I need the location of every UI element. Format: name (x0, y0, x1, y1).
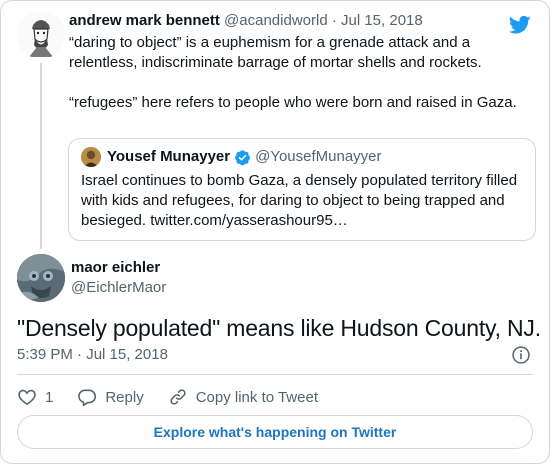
reply-label: Reply (105, 388, 144, 406)
parent-tweet-text: “daring to object” is a euphemism for a … (69, 33, 537, 113)
thread-connector-line (40, 63, 42, 249)
main-author-avatar[interactable] (17, 254, 65, 302)
tweet-timestamp[interactable]: 5:39 PM · Jul 15, 2018 (17, 345, 168, 365)
parent-author-avatar[interactable] (17, 11, 65, 59)
embedded-tweet-card: andrew mark bennett @acandidworld · Jul … (0, 0, 550, 464)
reply-icon (78, 389, 97, 407)
like-button[interactable]: 1 (17, 387, 53, 407)
tweet-actions: 1 Reply Copy link to Tweet (17, 384, 342, 410)
copy-link-button[interactable]: Copy link to Tweet (168, 387, 318, 407)
quoted-tweet-text: Israel continues to bomb Gaza, a densely… (81, 172, 518, 229)
main-tweet-text: "Densely populated" means like Hudson Co… (17, 315, 541, 341)
main-author-name[interactable]: maor eichler (71, 258, 166, 278)
parent-paragraph: “refugees” here refers to people who wer… (69, 94, 517, 111)
heart-icon (18, 389, 36, 406)
explore-twitter-button[interactable]: Explore what's happening on Twitter (17, 415, 533, 449)
main-author[interactable]: maor eichler @EichlerMaor (17, 254, 166, 302)
copy-link-label: Copy link to Tweet (195, 388, 318, 406)
twitter-bird-icon[interactable] (509, 15, 531, 35)
parent-author-meta[interactable]: @acandidworld · Jul 15, 2018 (224, 12, 423, 29)
main-author-handle[interactable]: @EichlerMaor (71, 278, 166, 298)
info-icon[interactable] (511, 345, 531, 365)
quoted-tweet[interactable]: Yousef Munayyer @YousefMunayyer Israel c… (68, 138, 536, 241)
verified-badge-icon (235, 149, 251, 165)
parent-paragraph: “daring to object” is a euphemism for a … (69, 34, 482, 71)
divider (17, 374, 533, 375)
like-count: 1 (45, 388, 54, 406)
reply-button[interactable]: Reply (77, 387, 144, 407)
quoted-author-name: Yousef Munayyer (107, 148, 231, 165)
link-icon (170, 389, 186, 405)
quoted-author-avatar (81, 147, 101, 167)
quoted-author-handle: @YousefMunayyer (255, 148, 382, 165)
parent-author-name[interactable]: andrew mark bennett (69, 12, 220, 29)
